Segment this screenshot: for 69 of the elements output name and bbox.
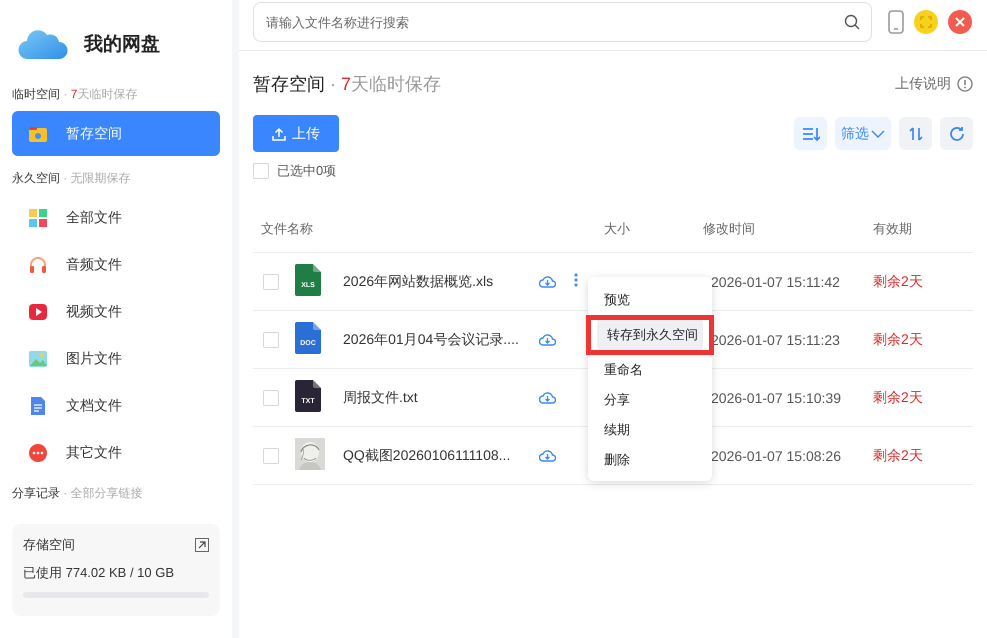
expiry-text: 剩余2天 [873, 388, 924, 406]
more-icon [28, 442, 48, 462]
close-icon[interactable] [948, 10, 972, 34]
menu-item[interactable]: 重命名 [594, 355, 706, 385]
sort-list-button[interactable] [794, 117, 827, 150]
page-title: 暂存空间 · 7天临时保存 [253, 73, 442, 96]
modified-time: 2026-01-07 15:08:26 [710, 448, 842, 464]
select-all-checkbox[interactable] [253, 163, 269, 179]
sidebar-item[interactable]: 全部文件 [12, 195, 220, 240]
document-icon [28, 396, 48, 416]
storage-title: 存储空间 [23, 536, 75, 554]
row-checkbox[interactable] [263, 390, 279, 406]
chevron-down-icon [871, 128, 885, 138]
file-name[interactable]: QQ截图20260106111108... [343, 446, 539, 464]
info-icon[interactable] [957, 76, 973, 92]
headphones-icon [28, 254, 48, 274]
grid-icon [28, 208, 48, 228]
search-field[interactable]: 请输入文件名称进行搜索 [253, 2, 872, 42]
cloud-logo-icon [18, 28, 68, 60]
swap-arrows-icon [908, 126, 924, 142]
column-header: 有效期 [873, 220, 913, 238]
selection-count: 已选中0项 [277, 162, 336, 180]
expiry-text: 剩余2天 [873, 446, 924, 464]
column-header: 大小 [604, 220, 631, 238]
menu-item[interactable]: 预览 [594, 285, 706, 315]
sidebar-item[interactable]: 图片文件 [12, 336, 220, 381]
upload-icon [272, 126, 286, 140]
section-heading: 临时空间 · 7天临时保存 [12, 86, 138, 103]
modified-time: 2026-01-07 15:11:42 [710, 274, 841, 290]
expand-icon[interactable] [195, 538, 209, 552]
sidebar-item[interactable]: 文档文件 [12, 383, 220, 428]
play-icon [28, 302, 48, 322]
menu-item[interactable]: 转存到永久空间 [597, 320, 703, 350]
modified-time: 2026-01-07 15:10:39 [710, 390, 842, 406]
app-title: 我的网盘 [84, 33, 160, 57]
refresh-button[interactable] [940, 117, 973, 150]
row-checkbox[interactable] [263, 332, 279, 348]
swap-order-button[interactable] [899, 117, 932, 150]
sidebar-item[interactable]: 音频文件 [12, 242, 220, 287]
fullscreen-icon[interactable] [914, 10, 938, 34]
row-checkbox[interactable] [263, 274, 279, 290]
sidebar-item[interactable]: 其它文件 [12, 430, 220, 475]
column-header: 文件名称 [260, 220, 314, 238]
download-icon[interactable] [539, 333, 556, 346]
download-icon[interactable] [539, 275, 556, 288]
storage-usage: 已使用 774.02 KB / 10 GB [23, 564, 176, 582]
download-icon[interactable] [539, 449, 556, 462]
refresh-icon [948, 124, 966, 142]
column-header: 修改时间 [703, 220, 756, 238]
section-heading: 永久空间 · 无限期保存 [12, 170, 132, 187]
image-icon [28, 348, 48, 368]
expiry-text: 剩余2天 [873, 330, 924, 348]
phone-icon[interactable] [888, 10, 904, 34]
search-icon[interactable] [844, 14, 860, 30]
download-icon[interactable] [539, 391, 556, 404]
file-name[interactable]: 2026年网站数据概览.xls [343, 272, 539, 290]
modified-time: 2026-01-07 15:11:23 [710, 332, 841, 348]
row-checkbox[interactable] [263, 448, 279, 464]
help-link[interactable]: 上传说明 [895, 75, 951, 93]
file-name[interactable]: 周报文件.txt [343, 388, 539, 406]
more-options-icon[interactable] [574, 273, 578, 287]
expiry-text: 剩余2天 [873, 272, 924, 290]
menu-item[interactable]: 删除 [594, 445, 706, 475]
sort-icon [802, 126, 820, 142]
menu-item[interactable]: 续期 [594, 415, 706, 445]
menu-item[interactable]: 分享 [594, 385, 706, 415]
sidebar-item[interactable]: 视频文件 [12, 289, 220, 334]
section-heading: 分享记录 · 全部分享链接 [12, 485, 144, 502]
file-name[interactable]: 2026年01月04号会议记录.... [343, 330, 539, 348]
